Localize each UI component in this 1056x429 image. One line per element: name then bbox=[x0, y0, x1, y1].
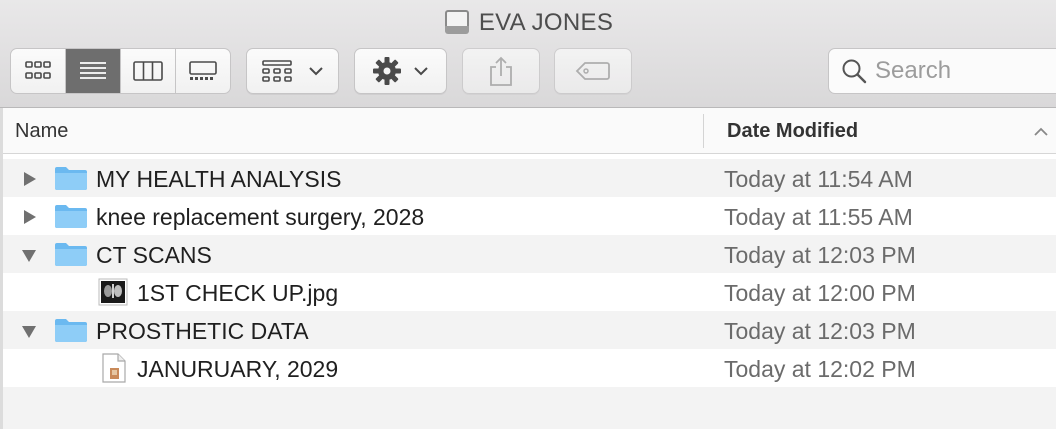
folder-icon bbox=[55, 205, 87, 228]
icon-view-button[interactable] bbox=[11, 49, 66, 93]
file-row[interactable]: 1ST CHECK UP.jpg Today at 12:00 PM bbox=[3, 273, 1056, 311]
column-view-button[interactable] bbox=[121, 49, 176, 93]
window-title-text: EVA JONES bbox=[478, 9, 614, 36]
view-mode-control bbox=[10, 48, 231, 94]
action-button[interactable] bbox=[354, 48, 447, 94]
folder-icon bbox=[55, 243, 87, 266]
column-header-name[interactable]: Name bbox=[15, 120, 68, 143]
disclosure-expanded-icon[interactable] bbox=[20, 246, 38, 264]
disclosure-collapsed-icon[interactable] bbox=[20, 170, 38, 188]
file-date: Today at 12:00 PM bbox=[724, 280, 916, 306]
gallery-icon bbox=[189, 61, 217, 80]
disclosure-expanded-icon[interactable] bbox=[20, 322, 38, 340]
tag-button[interactable] bbox=[554, 48, 632, 94]
search-icon bbox=[842, 59, 867, 84]
window-toolbar: EVA JONES bbox=[0, 0, 1056, 108]
file-row[interactable]: MY HEALTH ANALYSIS Today at 11:54 AM bbox=[3, 159, 1056, 197]
file-date: Today at 12:02 PM bbox=[724, 356, 916, 382]
list-view-button[interactable] bbox=[66, 49, 121, 93]
list-icon bbox=[80, 62, 106, 79]
file-date: Today at 11:54 AM bbox=[724, 166, 913, 192]
file-name: MY HEALTH ANALYSIS bbox=[96, 166, 342, 192]
document-icon bbox=[102, 353, 126, 383]
file-date: Today at 12:03 PM bbox=[724, 242, 916, 268]
share-button[interactable] bbox=[462, 48, 540, 94]
file-name: CT SCANS bbox=[96, 242, 212, 268]
chevron-down-icon bbox=[413, 67, 428, 76]
search-input[interactable] bbox=[875, 57, 1055, 85]
file-row[interactable]: PROSTHETIC DATA Today at 12:03 PM bbox=[3, 311, 1056, 349]
search-field[interactable] bbox=[828, 48, 1056, 94]
group-by-icon bbox=[261, 60, 292, 82]
file-list: MY HEALTH ANALYSIS Today at 11:54 AM kne… bbox=[3, 159, 1056, 429]
tag-icon bbox=[575, 62, 610, 80]
share-icon bbox=[490, 56, 512, 86]
folder-icon bbox=[55, 319, 87, 342]
file-date: Today at 11:55 AM bbox=[724, 204, 913, 230]
external-drive-icon bbox=[443, 8, 471, 38]
list-header: Name Date Modified bbox=[0, 108, 1056, 154]
gallery-view-button[interactable] bbox=[176, 49, 230, 93]
gear-icon bbox=[372, 57, 401, 85]
file-date: Today at 12:03 PM bbox=[724, 318, 916, 344]
window-title: EVA JONES bbox=[0, 6, 1056, 40]
columns-icon bbox=[133, 61, 163, 81]
icon-grid-icon bbox=[25, 61, 51, 79]
image-thumbnail-icon bbox=[98, 278, 128, 306]
file-name: 1ST CHECK UP.jpg bbox=[137, 280, 339, 306]
file-row[interactable]: CT SCANS Today at 12:03 PM bbox=[3, 235, 1056, 273]
sort-ascending-icon[interactable] bbox=[1033, 127, 1049, 137]
file-name: PROSTHETIC DATA bbox=[96, 318, 309, 344]
file-name: knee replacement surgery, 2028 bbox=[96, 204, 425, 230]
file-name: JANURUARY, 2029 bbox=[137, 356, 339, 382]
file-row[interactable]: knee replacement surgery, 2028 Today at … bbox=[3, 197, 1056, 235]
disclosure-collapsed-icon[interactable] bbox=[20, 208, 38, 226]
chevron-down-icon bbox=[308, 67, 323, 76]
folder-icon bbox=[55, 167, 87, 190]
column-header-date-modified[interactable]: Date Modified bbox=[727, 120, 858, 143]
file-row[interactable]: JANURUARY, 2029 Today at 12:02 PM bbox=[3, 349, 1056, 387]
group-by-button[interactable] bbox=[246, 48, 339, 94]
column-divider[interactable] bbox=[703, 114, 704, 148]
empty-row bbox=[3, 387, 1056, 429]
